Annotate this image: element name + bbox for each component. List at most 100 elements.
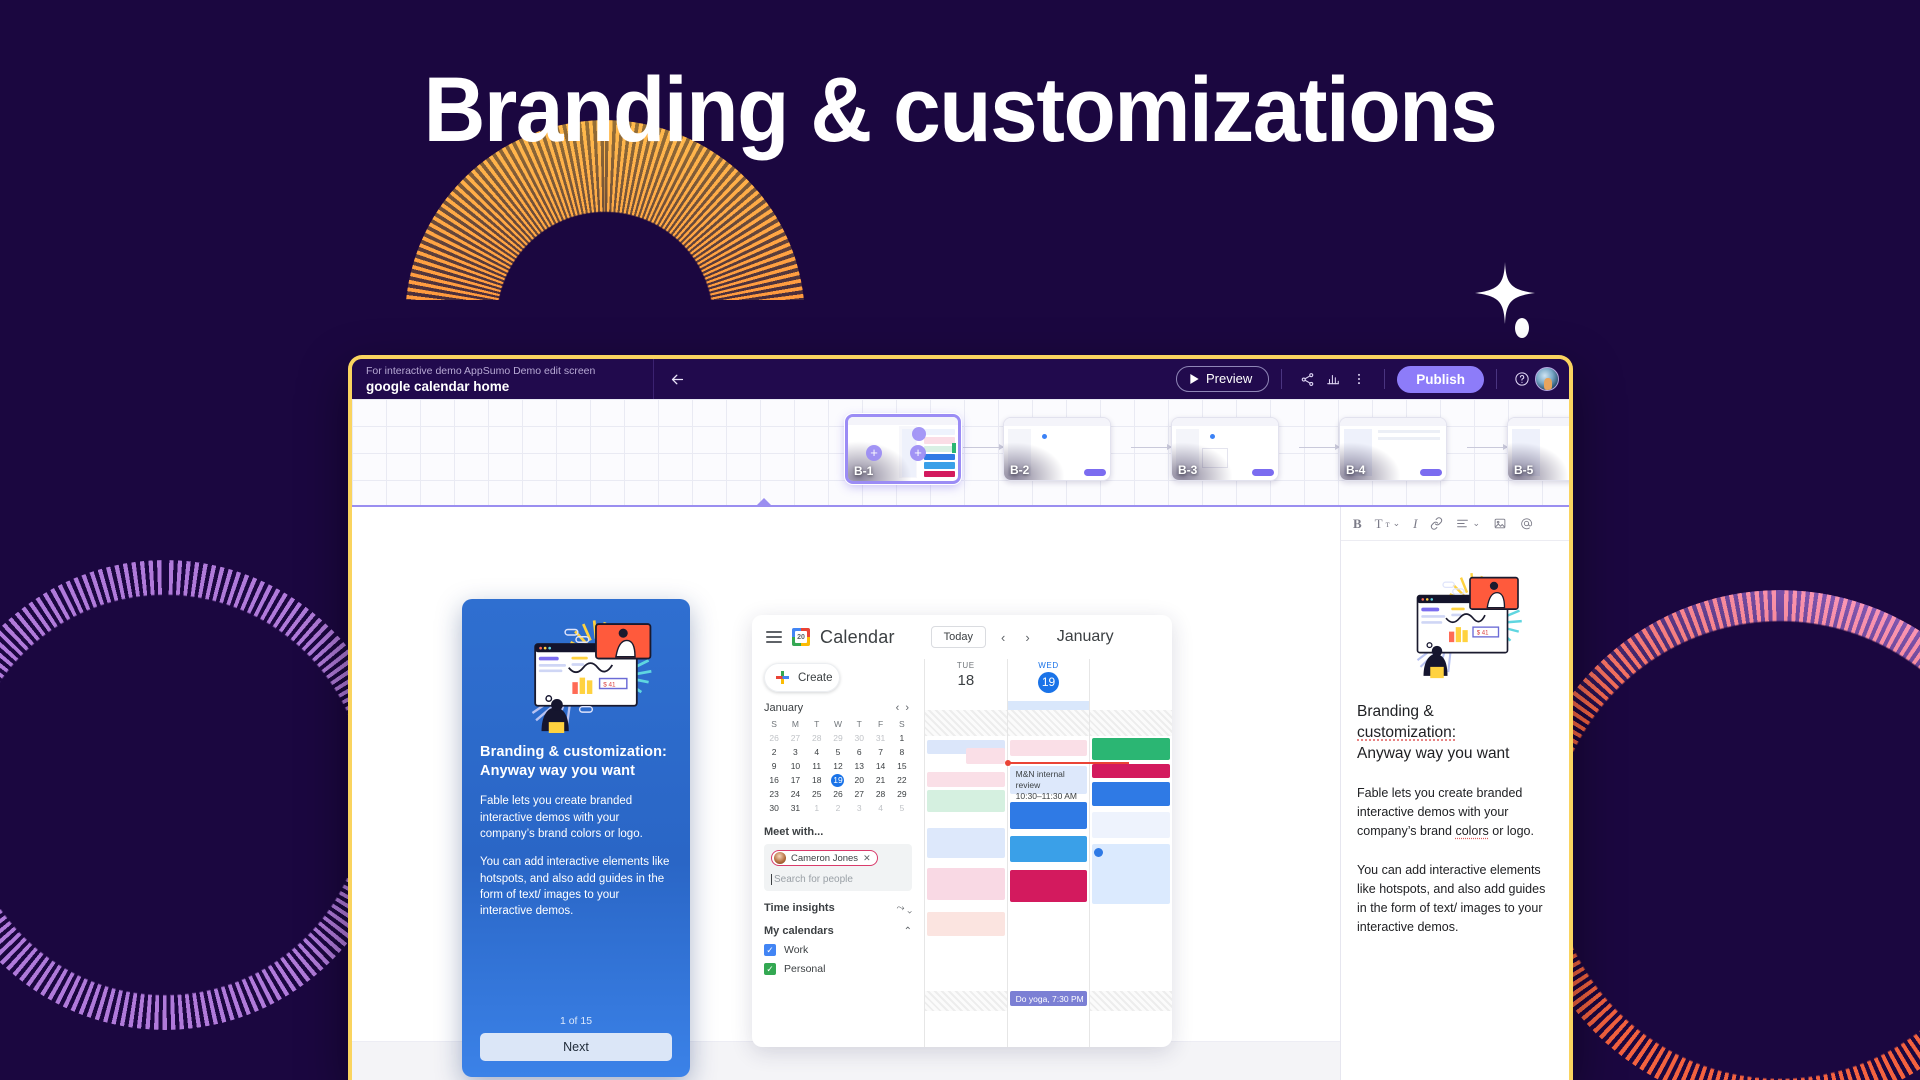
next-button[interactable]: Next [480, 1033, 672, 1061]
calendar-item-work[interactable]: ✓ Work [764, 944, 912, 956]
menu-icon[interactable] [766, 631, 782, 643]
time-insights-row[interactable]: Time insights ⤳ ⌄ [764, 902, 912, 914]
guide-card[interactable]: $ 41 Branding & customization: Anyway wa… [462, 599, 690, 1077]
demo-canvas[interactable]: $ 41 Branding & customization: Anyway wa… [352, 507, 1341, 1080]
mini-calendar-day[interactable]: 11 [807, 760, 827, 773]
chevron-right-icon[interactable]: › [1020, 630, 1034, 645]
chevron-right-icon[interactable]: › [902, 702, 912, 714]
calendar-day-column[interactable] [1089, 659, 1172, 1047]
bar-chart-icon[interactable] [1320, 366, 1346, 392]
mini-calendar-day[interactable]: 14 [870, 760, 890, 773]
search-input[interactable]: Search for people [771, 874, 905, 885]
chevron-down-icon[interactable]: ⤳ ⌄ [897, 903, 913, 914]
google-calendar-mock[interactable]: 20 Calendar Today ‹ › January Create Jan… [752, 615, 1172, 1047]
rich-text-editor-panel[interactable]: B Tт ⌄ I ⌄ $ 41 Branding & customization… [1341, 507, 1569, 1080]
calendar-event-label[interactable]: M&N internal review 10:30–11:30 AM [1012, 766, 1086, 805]
editor-heading[interactable]: Branding & customization: Anyway way you… [1357, 701, 1553, 764]
mini-calendar-day[interactable]: 12 [828, 760, 848, 773]
mini-calendar-day[interactable]: 1 [807, 802, 827, 815]
mini-calendar-day[interactable]: 6 [849, 746, 869, 759]
create-button[interactable]: Create [764, 663, 840, 692]
mini-calendar-day[interactable]: 19 [831, 774, 845, 787]
my-calendars-row[interactable]: My calendars ⌃ [764, 925, 912, 937]
avatar[interactable] [1535, 367, 1559, 391]
mini-calendar-day[interactable]: 18 [807, 774, 827, 787]
link-icon[interactable] [1430, 517, 1443, 530]
mention-icon[interactable] [1520, 517, 1533, 530]
mini-calendar-day[interactable]: 28 [807, 732, 827, 745]
mini-calendar-day[interactable]: 25 [807, 788, 827, 801]
mini-calendar-day[interactable]: 23 [764, 788, 784, 801]
mini-calendar-day[interactable]: 9 [764, 760, 784, 773]
hotspot-add-icon[interactable]: + [910, 445, 926, 461]
mini-calendar-day[interactable]: 26 [828, 788, 848, 801]
share-icon[interactable] [1294, 366, 1320, 392]
bold-icon[interactable]: B [1353, 516, 1362, 532]
mini-calendar-day[interactable]: 29 [892, 788, 912, 801]
mini-calendar-day[interactable]: 3 [785, 746, 805, 759]
mini-calendar-day[interactable]: 8 [892, 746, 912, 759]
calendar-day-column[interactable]: TUE 18 [924, 659, 1007, 1047]
close-icon[interactable]: ✕ [863, 853, 871, 864]
mini-calendar-day[interactable]: 31 [870, 732, 890, 745]
mini-calendar-day[interactable]: 10 [785, 760, 805, 773]
mini-calendar-day[interactable]: 1 [892, 732, 912, 745]
filmstrip-slide-b3[interactable]: B-3 [1171, 417, 1279, 481]
editor-content[interactable]: $ 41 Branding & customization: Anyway wa… [1341, 541, 1569, 937]
mini-calendar-day[interactable]: 30 [849, 732, 869, 745]
mini-calendar-day[interactable]: 27 [849, 788, 869, 801]
mini-calendar-day[interactable]: 7 [870, 746, 890, 759]
mini-calendar-day[interactable]: 21 [870, 774, 890, 787]
mini-calendar-day[interactable]: 27 [785, 732, 805, 745]
mini-calendar-day[interactable]: 28 [870, 788, 890, 801]
slide-filmstrip[interactable]: + + B-1 B-2 B-3 B-4 B-5 [352, 399, 1569, 507]
calendar-week-grid[interactable]: TUE 18 WED 19 M&N internal review 10:30–… [924, 659, 1172, 1047]
italic-icon[interactable]: I [1413, 516, 1417, 532]
mini-calendar-day[interactable]: 30 [764, 802, 784, 815]
calendar-event-label[interactable]: Do yoga, 7:30 PM [1012, 991, 1088, 1008]
mini-calendar-day[interactable]: 29 [828, 732, 848, 745]
filmstrip-slide-b4[interactable]: B-4 [1339, 417, 1447, 481]
mini-calendar-grid[interactable]: S M T W T F S 26 27 28 29 30 31 1 2 3 4 5 6 7 8 9 10 11 12 13 14 15… [764, 718, 912, 815]
mini-calendar-day[interactable]: 24 [785, 788, 805, 801]
mini-calendar-day[interactable]: 17 [785, 774, 805, 787]
mini-calendar-day[interactable]: 16 [764, 774, 784, 787]
calendar-item-personal[interactable]: ✓ Personal [764, 963, 912, 975]
mini-calendar-day[interactable]: 15 [892, 760, 912, 773]
hotspot-menu-icon[interactable] [912, 427, 926, 441]
align-left-icon[interactable]: ⌄ [1456, 517, 1480, 530]
preview-button[interactable]: Preview [1175, 366, 1270, 392]
checkbox-icon[interactable]: ✓ [764, 944, 776, 956]
chevron-left-icon[interactable]: ‹ [996, 630, 1010, 645]
today-button[interactable]: Today [930, 626, 987, 648]
mini-calendar-day[interactable]: 5 [828, 746, 848, 759]
chevron-up-icon[interactable]: ⌃ [904, 926, 912, 937]
publish-button[interactable]: Publish [1397, 365, 1484, 393]
more-vertical-icon[interactable] [1346, 366, 1372, 392]
mini-calendar-day[interactable]: 26 [764, 732, 784, 745]
mini-calendar-day[interactable]: 4 [870, 802, 890, 815]
people-search-box[interactable]: Cameron Jones ✕ Search for people [764, 844, 912, 891]
filmstrip-slide-b1[interactable]: + + B-1 [845, 414, 961, 484]
mini-calendar-day[interactable]: 13 [849, 760, 869, 773]
mini-calendar-day[interactable]: 2 [828, 802, 848, 815]
mini-calendar-day[interactable]: 31 [785, 802, 805, 815]
checkbox-icon[interactable]: ✓ [764, 963, 776, 975]
hotspot-add-icon[interactable]: + [866, 445, 882, 461]
mini-calendar-day[interactable]: 2 [764, 746, 784, 759]
mini-calendar-day[interactable]: 22 [892, 774, 912, 787]
editor-paragraph-1[interactable]: Fable lets you create branded interactiv… [1357, 784, 1553, 841]
text-size-icon[interactable]: Tт ⌄ [1375, 516, 1400, 532]
mini-calendar-day[interactable]: 20 [849, 774, 869, 787]
mini-calendar-day[interactable]: 3 [849, 802, 869, 815]
arrow-left-icon[interactable] [654, 359, 700, 399]
person-chip[interactable]: Cameron Jones ✕ [771, 850, 878, 866]
help-circle-icon[interactable] [1509, 366, 1535, 392]
editor-paragraph-2[interactable]: You can add interactive elements like ho… [1357, 861, 1553, 937]
chevron-left-icon[interactable]: ‹ [893, 702, 903, 714]
mini-calendar-day[interactable]: 4 [807, 746, 827, 759]
filmstrip-slide-b5[interactable]: B-5 [1507, 417, 1569, 481]
image-icon[interactable] [1493, 517, 1507, 530]
filmstrip-slide-b2[interactable]: B-2 [1003, 417, 1111, 481]
mini-calendar-day[interactable]: 5 [892, 802, 912, 815]
